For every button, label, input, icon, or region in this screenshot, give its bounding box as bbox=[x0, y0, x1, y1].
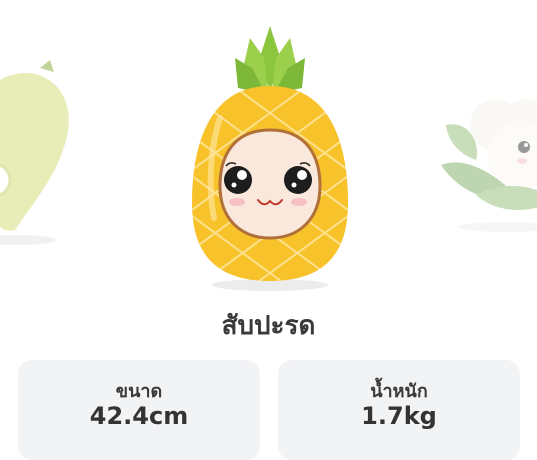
pineapple-icon bbox=[192, 26, 348, 291]
pineapple-character[interactable] bbox=[180, 18, 360, 293]
fruit-carousel[interactable] bbox=[0, 0, 537, 300]
size-card: ขนาด 42.4cm bbox=[18, 360, 260, 460]
mango-icon bbox=[0, 60, 69, 245]
weight-value: 1.7kg bbox=[361, 402, 437, 430]
weight-card: น้ำหนัก 1.7kg bbox=[278, 360, 520, 460]
weight-label: น้ำหนัก bbox=[370, 381, 428, 402]
fruit-name: สับปะรด bbox=[221, 311, 316, 341]
cauliflower-icon bbox=[441, 99, 537, 232]
cauliflower-character[interactable] bbox=[436, 85, 537, 235]
size-label: ขนาด bbox=[115, 381, 163, 402]
mango-character[interactable] bbox=[0, 60, 80, 250]
size-value: 42.4cm bbox=[89, 402, 189, 430]
